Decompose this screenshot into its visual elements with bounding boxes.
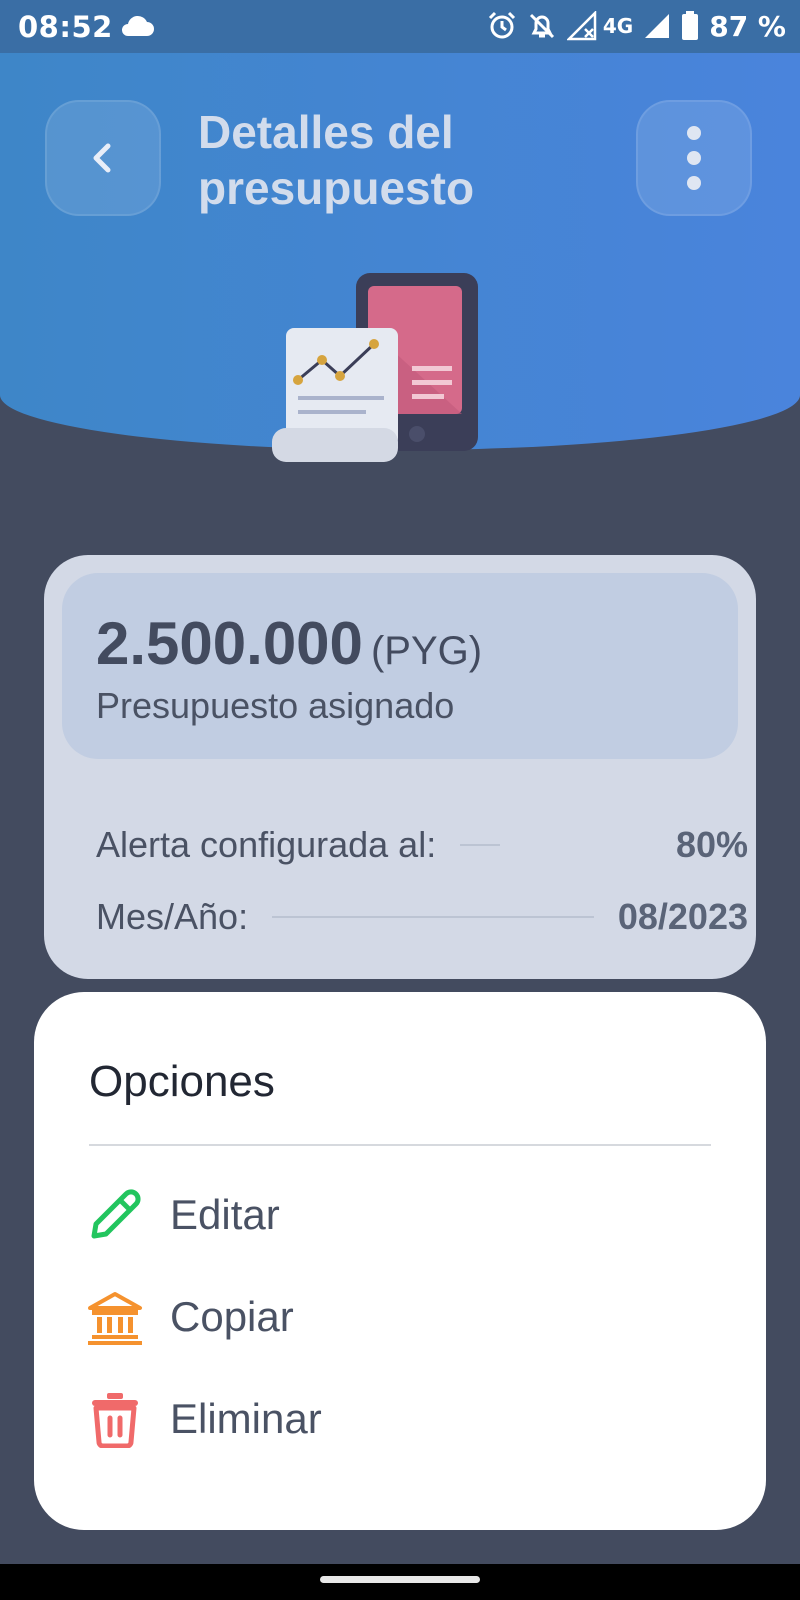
trash-icon [86,1390,144,1448]
options-divider [89,1144,711,1146]
battery-icon [682,11,699,40]
period-label: Mes/Año: [96,896,249,937]
alert-row: Alerta configurada al: 80% [96,820,748,870]
more-vertical-icon [687,126,701,190]
amount-currency: (PYG) [370,629,483,673]
amount-value: 2.500.000 [96,610,363,677]
battery-percent: 87 % [709,9,786,43]
bank-icon [86,1288,144,1346]
divider-line [460,844,501,846]
notifications-off-icon [529,13,554,39]
alert-value: 80% [675,824,748,865]
edit-label: Editar [170,1191,280,1238]
budget-amount: 2.500.000 (PYG) [96,609,482,678]
period-row: Mes/Año: 08/2023 [96,892,748,942]
edit-option[interactable]: Editar [86,1180,280,1250]
period-value: 08/2023 [617,896,748,937]
divider-line [272,916,594,918]
page-title: Detalles del presupuesto [198,106,475,214]
budget-summary-card: 2.500.000 (PYG) Presupuesto asignado Aler… [44,555,756,979]
home-gesture-handle[interactable] [320,1576,480,1583]
status-time: 08:52 [18,10,113,44]
budget-illustration [272,273,478,462]
alert-label: Alerta configurada al: [96,824,437,865]
delete-option[interactable]: Eliminar [86,1384,322,1454]
signal-roaming-icon [566,11,597,41]
copy-option[interactable]: Copiar [86,1282,294,1352]
signal-icon [645,14,670,38]
amount-label: Presupuesto asignado [96,685,455,726]
budget-amount-panel: 2.500.000 (PYG) Presupuesto asignado [62,573,738,759]
delete-label: Eliminar [170,1395,322,1442]
cloud-icon [122,15,154,36]
network-type: 4G [602,14,634,38]
chevron-left-icon [93,143,111,173]
more-options-button[interactable] [636,100,752,216]
copy-label: Copiar [170,1293,294,1340]
options-title: Opciones [89,1057,275,1106]
back-button[interactable] [45,100,161,216]
alarm-icon [488,11,515,39]
status-bar: 08:52 4G 87 % [0,0,800,53]
pencil-icon [86,1186,144,1244]
